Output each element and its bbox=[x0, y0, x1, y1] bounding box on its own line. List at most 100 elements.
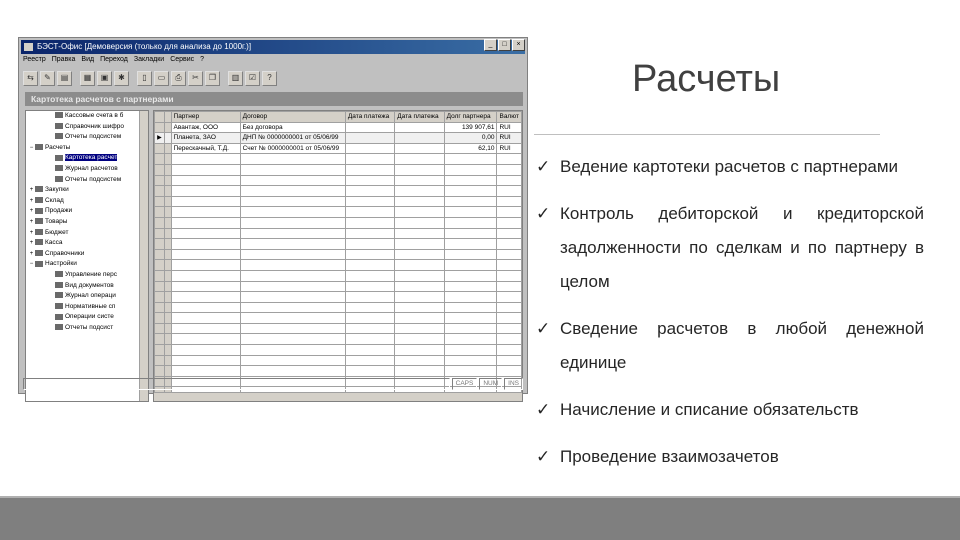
table-cell[interactable] bbox=[170, 301, 241, 314]
table-cell[interactable] bbox=[239, 163, 346, 176]
row-indicator[interactable] bbox=[154, 248, 165, 261]
table-cell[interactable] bbox=[344, 333, 396, 346]
menu-item[interactable]: Правка bbox=[52, 56, 76, 67]
table-cell[interactable] bbox=[443, 354, 498, 367]
table-row[interactable] bbox=[154, 291, 522, 303]
table-cell[interactable] bbox=[496, 280, 522, 293]
table-cell[interactable] bbox=[496, 301, 522, 314]
table-cell[interactable] bbox=[239, 227, 346, 240]
table-cell[interactable] bbox=[239, 238, 346, 250]
maximize-button[interactable]: □ bbox=[498, 39, 511, 51]
table-cell[interactable] bbox=[394, 132, 445, 144]
table-cell[interactable] bbox=[239, 216, 346, 229]
table-cell[interactable] bbox=[344, 301, 396, 314]
table-cell[interactable] bbox=[239, 344, 346, 356]
table-cell[interactable] bbox=[344, 185, 396, 197]
table-cell[interactable] bbox=[239, 259, 346, 271]
table-cell[interactable] bbox=[344, 291, 396, 303]
table-cell[interactable] bbox=[344, 174, 396, 187]
table-cell[interactable] bbox=[394, 259, 445, 271]
tree-item[interactable]: Вид документов bbox=[26, 281, 148, 292]
table-cell[interactable] bbox=[170, 227, 241, 240]
table-cell[interactable] bbox=[496, 163, 522, 176]
table-cell[interactable] bbox=[170, 333, 241, 346]
table-row[interactable] bbox=[154, 238, 522, 250]
table-row[interactable] bbox=[154, 174, 522, 187]
table-cell[interactable] bbox=[170, 312, 241, 324]
row-indicator[interactable] bbox=[154, 322, 165, 335]
table-cell[interactable] bbox=[394, 216, 445, 229]
column-header[interactable]: Договор bbox=[239, 111, 346, 123]
table-cell[interactable] bbox=[394, 322, 445, 335]
table-cell[interactable] bbox=[394, 280, 445, 293]
tree-item[interactable]: Журнал расчетов bbox=[26, 164, 148, 175]
table-cell[interactable]: RUI bbox=[496, 142, 522, 155]
tree-item[interactable]: Справочник шифро bbox=[26, 122, 148, 133]
table-cell[interactable] bbox=[496, 259, 522, 271]
table-cell[interactable] bbox=[344, 280, 396, 293]
row-indicator[interactable] bbox=[154, 280, 165, 293]
table-cell[interactable] bbox=[344, 206, 396, 218]
table-cell[interactable] bbox=[394, 344, 445, 356]
help-icon[interactable]: ? bbox=[262, 70, 277, 86]
pencil-icon[interactable]: ✎ bbox=[40, 70, 55, 86]
table-cell[interactable] bbox=[394, 163, 445, 176]
current-row-icon[interactable]: ▶ bbox=[154, 132, 165, 144]
table-cell[interactable] bbox=[496, 248, 522, 261]
table-cell[interactable] bbox=[239, 301, 346, 314]
table-cell[interactable] bbox=[443, 163, 498, 176]
table-cell[interactable] bbox=[443, 185, 498, 197]
row-indicator[interactable] bbox=[154, 312, 165, 324]
tree-item[interactable]: + Бюджет bbox=[26, 228, 148, 239]
table-cell[interactable] bbox=[443, 269, 498, 282]
menu-item[interactable]: Вид bbox=[81, 56, 94, 67]
tree-expander-icon[interactable]: + bbox=[28, 249, 35, 260]
table-cell[interactable] bbox=[443, 174, 498, 187]
row-indicator[interactable] bbox=[154, 365, 165, 377]
table-row[interactable] bbox=[154, 354, 522, 367]
row-indicator[interactable] bbox=[154, 333, 165, 346]
table-row[interactable]: Авантаж, ООО Без договора 139 907,61 RUI bbox=[154, 121, 522, 134]
row-indicator[interactable] bbox=[154, 344, 165, 356]
table-cell[interactable] bbox=[170, 238, 241, 250]
table-cell[interactable]: Без договора bbox=[239, 121, 346, 134]
table-cell[interactable] bbox=[496, 291, 522, 303]
table-row[interactable] bbox=[154, 153, 522, 165]
table-cell[interactable] bbox=[239, 185, 346, 197]
column-header[interactable]: Дата платежа bbox=[344, 111, 396, 123]
tree-item[interactable]: Картотека расчет bbox=[26, 153, 148, 164]
table-cell[interactable] bbox=[394, 365, 445, 377]
tree-expander-icon[interactable]: + bbox=[28, 228, 35, 239]
row-indicator[interactable] bbox=[154, 301, 165, 314]
table-cell[interactable] bbox=[170, 322, 241, 335]
tree-item[interactable]: + Товары bbox=[26, 217, 148, 228]
row-indicator[interactable] bbox=[154, 142, 165, 155]
tree-item[interactable]: Отчеты подсистем bbox=[26, 132, 148, 143]
table-row[interactable] bbox=[154, 301, 522, 314]
table-cell[interactable] bbox=[394, 174, 445, 187]
table-cell[interactable] bbox=[344, 142, 396, 155]
tree-item[interactable]: + Продажи bbox=[26, 206, 148, 217]
table-cell[interactable] bbox=[443, 344, 498, 356]
table-cell[interactable] bbox=[344, 153, 396, 165]
table-cell[interactable] bbox=[443, 216, 498, 229]
table-cell[interactable] bbox=[344, 354, 396, 367]
table-cell[interactable]: Перескачный, Т.Д. bbox=[170, 142, 241, 155]
table-cell[interactable] bbox=[394, 354, 445, 367]
table-cell[interactable]: Авантаж, ООО bbox=[170, 121, 241, 134]
table-cell[interactable] bbox=[170, 365, 241, 377]
table-cell[interactable] bbox=[443, 248, 498, 261]
table-cell[interactable] bbox=[496, 333, 522, 346]
table-cell[interactable] bbox=[239, 153, 346, 165]
table-cell[interactable] bbox=[443, 206, 498, 218]
table-cell[interactable] bbox=[443, 312, 498, 324]
table-row[interactable] bbox=[154, 280, 522, 293]
open-icon[interactable]: ▭ bbox=[154, 70, 169, 86]
row-indicator[interactable] bbox=[154, 195, 165, 208]
cut-icon[interactable]: ✂ bbox=[188, 70, 203, 86]
tree-expander-icon[interactable]: + bbox=[28, 206, 35, 217]
tree-expander-icon[interactable]: − bbox=[28, 143, 35, 154]
table-cell[interactable] bbox=[239, 291, 346, 303]
table-row[interactable] bbox=[154, 333, 522, 346]
table-cell[interactable] bbox=[496, 365, 522, 377]
